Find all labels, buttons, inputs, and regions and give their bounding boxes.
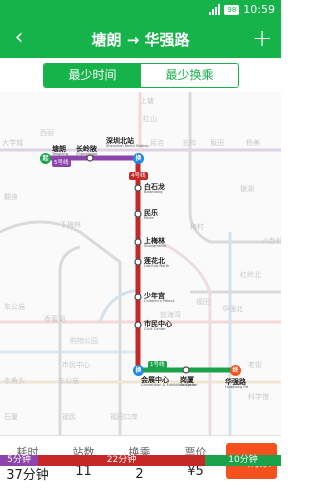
station-dot-lianhuabei — [134, 258, 142, 266]
station-dot-minle — [134, 210, 142, 218]
end-badge: 终 — [230, 365, 241, 376]
bg-station-label: 八卦岭 — [262, 237, 281, 245]
transfers-value: 2 — [135, 467, 144, 482]
bg-station-label: 民治 — [150, 139, 164, 147]
clock: 10:59 — [243, 3, 275, 16]
segment-duration-bar: 5分钟 22分钟 10分钟 — [0, 455, 281, 466]
route-title: 塘朗 → 华强路 — [91, 31, 190, 49]
bg-station-label: 梅村 — [190, 223, 204, 231]
segment-line-1: 10分钟 — [205, 455, 281, 466]
fare-value: ¥5 — [187, 464, 204, 479]
back-arrow-icon[interactable]: ‹ — [6, 25, 32, 53]
bg-station-label: 福民 — [62, 413, 76, 421]
tab-least-time[interactable]: 最少时间 — [44, 64, 141, 87]
battery-icon: 98 — [224, 4, 240, 15]
start-badge: 起 — [40, 153, 51, 164]
line-5-tag: 5号线 — [52, 159, 71, 167]
bg-station-label: 科学馆 — [248, 393, 269, 401]
bg-station-label: 上塘 — [140, 97, 154, 105]
line-1-tag: 1号线 — [148, 361, 167, 369]
bg-station-label: 西丽 — [40, 129, 54, 137]
bg-station-label: 大学城 — [2, 139, 23, 147]
station-en-lianhuabei: Lianhua North — [144, 264, 170, 268]
bg-station-label: 福田口岸 — [110, 413, 138, 421]
bg-station-label: 市民中心 — [62, 361, 90, 369]
route-mode-tabs: 最少时间 最少换乘 — [0, 58, 281, 92]
bg-station-label: 购物公园 — [70, 337, 98, 345]
bg-station-label: 红山 — [143, 115, 157, 123]
station-dot-gangxia — [182, 366, 190, 374]
duration-value: 37分钟 — [6, 468, 49, 483]
app-bar: ‹ 塘朗 → 华强路 + — [0, 20, 281, 58]
bg-station-label: 杨美 — [246, 139, 260, 147]
tab-least-transfers[interactable]: 最少换乘 — [141, 64, 238, 87]
segment-line-5: 5分钟 — [0, 455, 38, 466]
bg-station-label: 翻身 — [4, 193, 18, 201]
station-dot-shaoniangong — [134, 293, 142, 301]
station-en-shaoniangong: Children's Palace — [144, 299, 175, 303]
bg-station-label: 石厦 — [4, 413, 18, 421]
station-en-minle: Minle — [144, 216, 154, 220]
bg-station-label: 银湖 — [240, 185, 254, 193]
bg-station-label: 车公庙 — [4, 303, 25, 311]
station-en-shenzhen-north: Shenzhen North Station — [106, 144, 149, 148]
status-bar: 98 10:59 — [0, 0, 281, 20]
line-4-tag: 4号线 — [129, 172, 148, 180]
bg-station-label: 华强北 — [222, 305, 243, 313]
bg-station-label: 红岭北 — [240, 271, 261, 279]
route-map[interactable]: 上塘 红山 大学城 西丽 民治 五和 坂田 杨美 翻身 银湖 下梅林 梅村 八卦… — [0, 92, 281, 435]
bg-station-label: 东角头 — [4, 377, 25, 385]
station-count-value: 11 — [75, 464, 92, 479]
bg-station-label: 香蜜湖 — [44, 315, 65, 323]
station-en-shangmeilin: Shangmeilin — [144, 244, 167, 248]
bg-line-8 — [159, 240, 212, 435]
station-dot-baishilong — [134, 184, 142, 192]
transfer-badge-shenzhen-north: 换 — [133, 153, 144, 164]
bg-station-label: 车公庙 — [58, 377, 79, 385]
station-en-shiminzhongxin: Civic Center — [144, 327, 166, 331]
status-indicators: 98 10:59 — [209, 3, 275, 16]
signal-icon — [209, 4, 221, 15]
bg-station-label: 坂田 — [210, 139, 224, 147]
station-dot-shangmeilin — [134, 238, 142, 246]
bg-line-6 — [188, 92, 281, 244]
bg-station-label: 老街 — [248, 361, 262, 369]
station-dot-shiminzhongxin — [134, 321, 142, 329]
station-en-gangxia: Gangxia — [180, 383, 195, 387]
bg-station-label: 五和 — [182, 139, 196, 147]
station-en-baishilong: Baishilong — [144, 190, 163, 194]
station-en-tanglang: Tanglang — [52, 152, 69, 156]
bg-station-label: 下梅林 — [60, 221, 81, 229]
station-en-huaqianglu: Huaqiang Rd — [225, 385, 249, 389]
plus-icon[interactable]: + — [249, 24, 275, 52]
segment-line-4: 22分钟 — [37, 455, 206, 466]
bg-station-label: 福田 — [196, 298, 210, 306]
route-summary: 耗时 37分钟 站数 11 换乘 ▼ 2 票价 ¥5 购票 — [0, 435, 281, 500]
station-en-changlingpi: Changlingpi — [76, 152, 98, 156]
segmented-control: 最少时间 最少换乘 — [43, 63, 239, 88]
